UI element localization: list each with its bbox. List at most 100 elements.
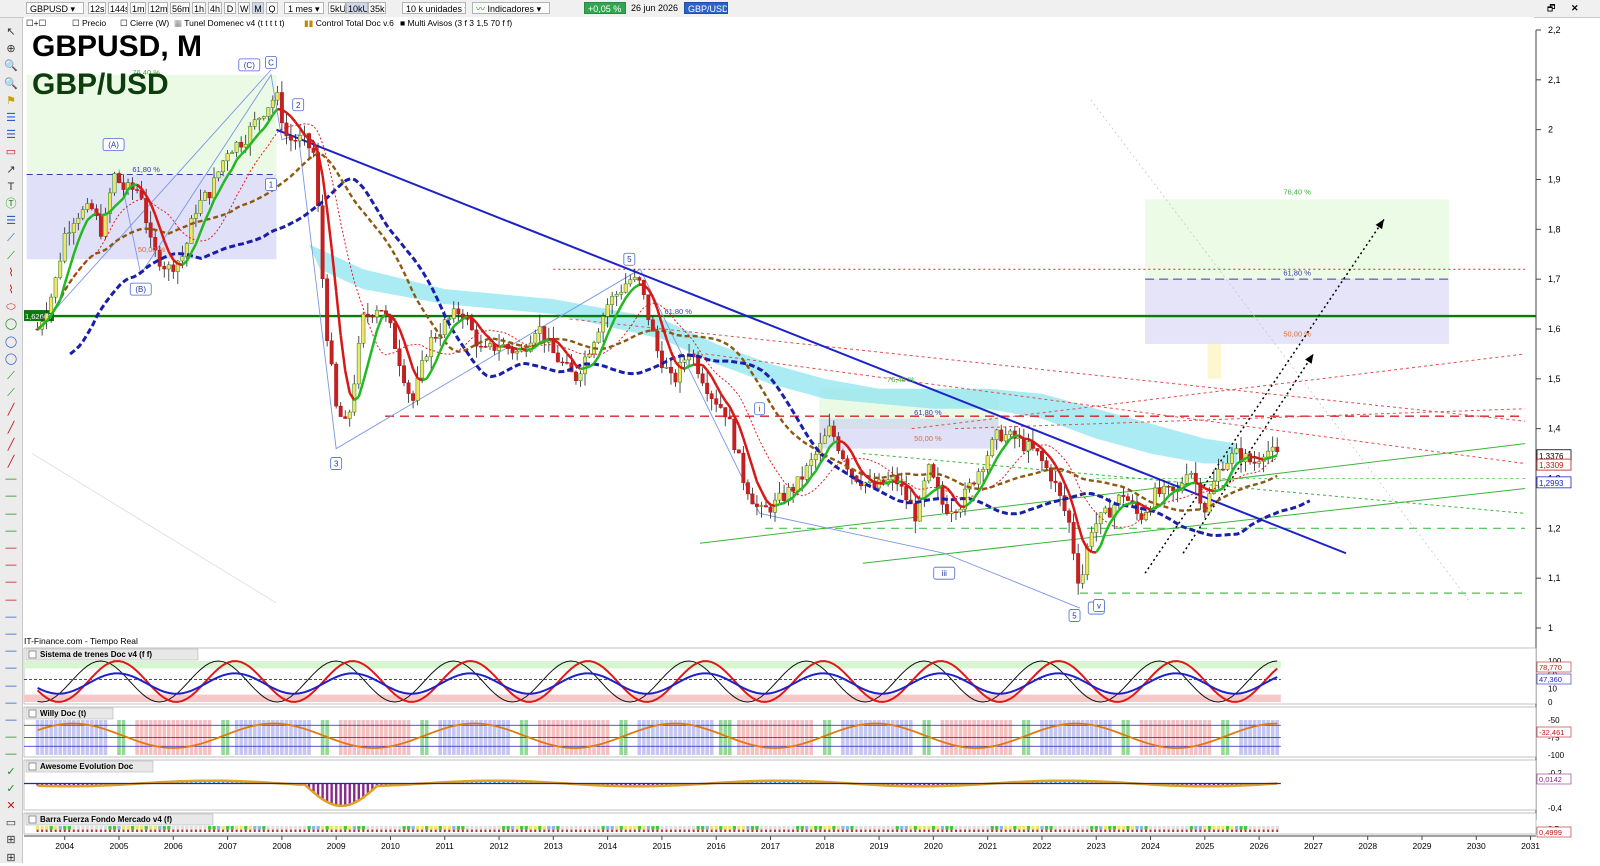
drawing-tool-icon[interactable]: ╱ xyxy=(3,420,19,436)
drawing-tool-icon[interactable]: 🔍 xyxy=(3,76,19,92)
drawing-tool-icon[interactable]: ↖ xyxy=(3,24,19,40)
fuerza-bar xyxy=(697,830,699,832)
drawing-tool-icon[interactable]: — xyxy=(3,660,19,676)
candle-body xyxy=(267,108,270,117)
candle-body xyxy=(416,378,419,401)
drawing-tool-icon[interactable]: 🔍 xyxy=(3,58,19,74)
fuerza-bar xyxy=(1050,830,1052,832)
timeframe-button[interactable]: W xyxy=(238,2,250,14)
candle-body xyxy=(298,135,301,141)
drawing-tool-icon[interactable]: ⟋ xyxy=(3,385,19,401)
legend-item-multi[interactable]: ■ Multi Avisos (3 f 3 1,5 70 f f) xyxy=(400,18,512,29)
drawing-tool-icon[interactable]: ☰ xyxy=(3,127,19,143)
timeframe-button[interactable]: 1h xyxy=(192,2,206,14)
drawing-tool-icon[interactable]: ⬭ xyxy=(3,299,19,315)
wave-label: 3 xyxy=(334,460,339,469)
volume-mode-button[interactable]: 35kU xyxy=(368,2,386,14)
drawing-tool-icon[interactable]: — xyxy=(3,540,19,556)
drawing-tool-icon[interactable]: ╱ xyxy=(3,437,19,453)
fuerza-bar xyxy=(557,830,559,832)
fuerza-bar xyxy=(453,830,455,832)
timeframe-button[interactable]: 144s xyxy=(108,2,128,14)
drawing-tool-icon[interactable]: ☰ xyxy=(3,110,19,126)
drawing-tool-icon[interactable]: — xyxy=(3,626,19,642)
drawing-tool-icon[interactable]: ⌇ xyxy=(3,265,19,281)
indicators-button[interactable]: 〰 Indicadores ▾ xyxy=(472,2,550,14)
candle-body xyxy=(905,486,908,500)
drawing-tool-icon[interactable]: — xyxy=(3,712,19,728)
drawing-tool-icon[interactable]: — xyxy=(3,643,19,659)
drawing-tool-icon[interactable]: — xyxy=(3,695,19,711)
drawing-tool-icon[interactable]: — xyxy=(3,609,19,625)
candle-body xyxy=(565,362,568,363)
fuerza-bar xyxy=(208,830,210,832)
legend-item-tunel[interactable]: ▦ Tunel Domenec v4 (t t t t t) xyxy=(174,18,285,29)
drawing-tool-icon[interactable]: ╱ xyxy=(3,402,19,418)
timeframe-button[interactable]: 56m xyxy=(170,2,190,14)
drawing-tool-icon[interactable]: ✓ xyxy=(3,764,19,780)
period-label: 1 mes xyxy=(288,4,313,14)
fuerza-block xyxy=(1276,826,1279,830)
drawing-tool-icon[interactable]: — xyxy=(3,592,19,608)
window-close-icon[interactable]: ✕ xyxy=(1568,2,1590,14)
drawing-tool-icon[interactable]: ↗ xyxy=(3,162,19,178)
drawing-tool-icon[interactable]: ⟋ xyxy=(3,230,19,246)
drawing-tool-icon[interactable]: ✓ xyxy=(3,781,19,797)
fuerza-bar xyxy=(127,830,129,832)
timeframe-button[interactable]: D xyxy=(224,2,236,14)
timeframe-button[interactable]: 12s xyxy=(88,2,106,14)
legend-checkbox-icon[interactable]: ☐+☐ xyxy=(26,18,46,29)
drawing-tool-icon[interactable]: ⊕ xyxy=(3,41,19,57)
drawing-tool-icon[interactable]: ⚑ xyxy=(3,93,19,109)
drawing-tool-icon[interactable]: — xyxy=(3,471,19,487)
timeframe-button[interactable]: M xyxy=(252,2,264,14)
drawing-tool-icon[interactable]: — xyxy=(3,574,19,590)
drawing-tool-icon[interactable]: T xyxy=(3,179,19,195)
volume-mode-button[interactable]: 10kU xyxy=(346,2,368,14)
units-selector[interactable]: 10 k unidades ▾ xyxy=(402,2,466,14)
fuerza-block xyxy=(81,826,84,830)
drawing-tool-icon[interactable]: ✕ xyxy=(3,798,19,814)
fuerza-block xyxy=(461,826,464,830)
drawing-tool-icon[interactable]: ▭ xyxy=(3,144,19,160)
drawing-tool-icon[interactable]: ▭ xyxy=(3,815,19,831)
drawing-tool-icon[interactable]: — xyxy=(3,729,19,745)
drawing-tool-icon[interactable]: ◯ xyxy=(3,351,19,367)
symbol-selector[interactable]: GBPUSD ▾ xyxy=(26,2,84,14)
drawing-tool-icon[interactable]: — xyxy=(3,488,19,504)
fuerza-block xyxy=(258,826,261,830)
y-tick-label: 1,7 xyxy=(1548,274,1561,284)
fib-label: 76,40 % xyxy=(1283,187,1311,196)
drawing-tool-icon[interactable]: ⊞ xyxy=(3,850,19,866)
timeframe-button[interactable]: 12m xyxy=(148,2,168,14)
drawing-tool-icon[interactable]: ⟋ xyxy=(3,248,19,264)
drawing-tool-icon[interactable]: ◯ xyxy=(3,316,19,332)
volume-mode-button[interactable]: 5kU xyxy=(328,2,346,14)
drawing-tool-icon[interactable]: — xyxy=(3,523,19,539)
window-restore-icon[interactable]: 🗗 xyxy=(1544,2,1566,14)
drawing-tool-icon[interactable]: — xyxy=(3,678,19,694)
drawing-tool-icon[interactable]: — xyxy=(3,506,19,522)
fuerza-bar xyxy=(136,830,138,832)
timeframe-button[interactable]: 1m xyxy=(130,2,146,14)
chart-canvas[interactable]: 11,11,21,31,41,51,61,71,81,922,12,21,626… xyxy=(0,0,1600,863)
drawing-tool-icon[interactable]: ⊞ xyxy=(3,832,19,848)
drawing-tool-icon[interactable]: ◯ xyxy=(3,334,19,350)
drawing-tool-icon[interactable]: — xyxy=(3,746,19,762)
fuerza-bar xyxy=(389,830,391,832)
drawing-tool-icon[interactable]: ╱ xyxy=(3,454,19,470)
drawing-tool-icon[interactable]: ⌇ xyxy=(3,282,19,298)
period-selector[interactable]: 1 mes ▾ xyxy=(284,2,324,14)
drawing-tool-icon[interactable]: — xyxy=(3,557,19,573)
fuerza-block xyxy=(475,826,478,830)
drawing-tool-icon[interactable]: ☰ xyxy=(3,213,19,229)
ma-fast-segment xyxy=(522,349,527,350)
timeframe-button[interactable]: Q xyxy=(266,2,278,14)
legend-item-price[interactable]: ☐ Precio xyxy=(72,18,106,29)
timeframe-button[interactable]: 4h xyxy=(208,2,222,14)
drawing-tool-icon[interactable]: ⟋ xyxy=(3,368,19,384)
legend-item-close[interactable]: ☐ Cierre (W) xyxy=(120,18,169,29)
fuerza-bar xyxy=(643,830,645,832)
drawing-tool-icon[interactable]: Ⓣ xyxy=(3,196,19,212)
legend-item-control[interactable]: ▮▮ Control Total Doc v.6 xyxy=(304,18,394,29)
